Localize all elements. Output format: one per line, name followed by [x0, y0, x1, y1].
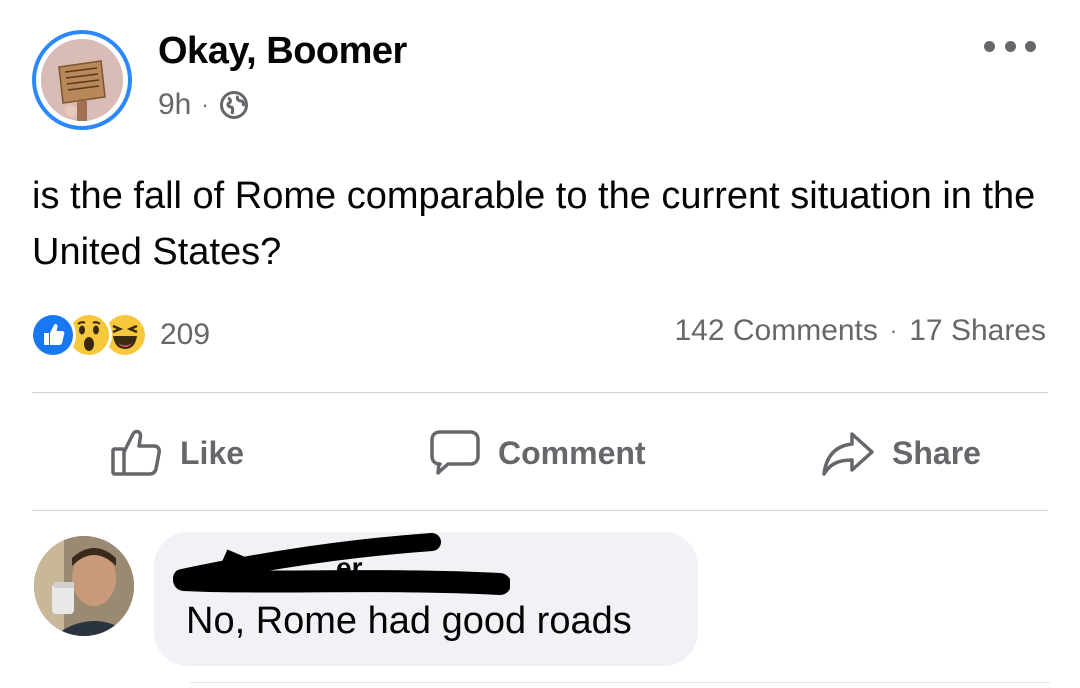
page-name[interactable]: Okay, Boomer — [158, 30, 407, 73]
comment-label: Comment — [498, 434, 646, 471]
redaction-scribble — [173, 533, 510, 595]
comment-button[interactable]: Comment — [428, 428, 646, 478]
like-label: Like — [180, 434, 245, 471]
stats-separator: · — [889, 318, 898, 343]
post-text: is the fall of Rome comparable to the cu… — [32, 175, 1036, 273]
globe-icon — [219, 91, 248, 119]
reaction-count: 209 — [160, 318, 211, 351]
like-reaction-icon — [30, 312, 76, 358]
post-time[interactable]: 9h — [158, 88, 191, 122]
shares-count[interactable]: 17 Shares — [909, 314, 1046, 348]
more-dot — [1004, 40, 1016, 52]
engagement-stats: 142 Comments · 17 Shares — [674, 314, 1046, 348]
divider-top — [32, 392, 1048, 393]
post-meta: 9h · — [158, 88, 249, 122]
commenter-avatar[interactable] — [34, 536, 134, 636]
page-avatar[interactable] — [32, 30, 132, 130]
comment-text: No, Rome had good roads — [186, 600, 632, 642]
more-dot — [1025, 40, 1036, 52]
comment-icon — [430, 430, 480, 475]
reactions-summary[interactable]: 209 — [30, 312, 210, 358]
divider-bottom — [32, 510, 1048, 511]
page-avatar-image — [41, 39, 123, 121]
thumbs-up-icon — [111, 429, 161, 476]
more-options-icon[interactable] — [984, 36, 1036, 56]
meta-separator: · — [201, 92, 209, 117]
more-dot — [984, 40, 995, 52]
like-button[interactable]: Like — [110, 428, 244, 478]
share-icon — [822, 432, 874, 476]
share-label: Share — [892, 434, 981, 471]
comments-count[interactable]: 142 Comments — [674, 314, 877, 348]
divider-comment-bottom — [190, 682, 1050, 683]
share-button[interactable]: Share — [820, 428, 981, 478]
